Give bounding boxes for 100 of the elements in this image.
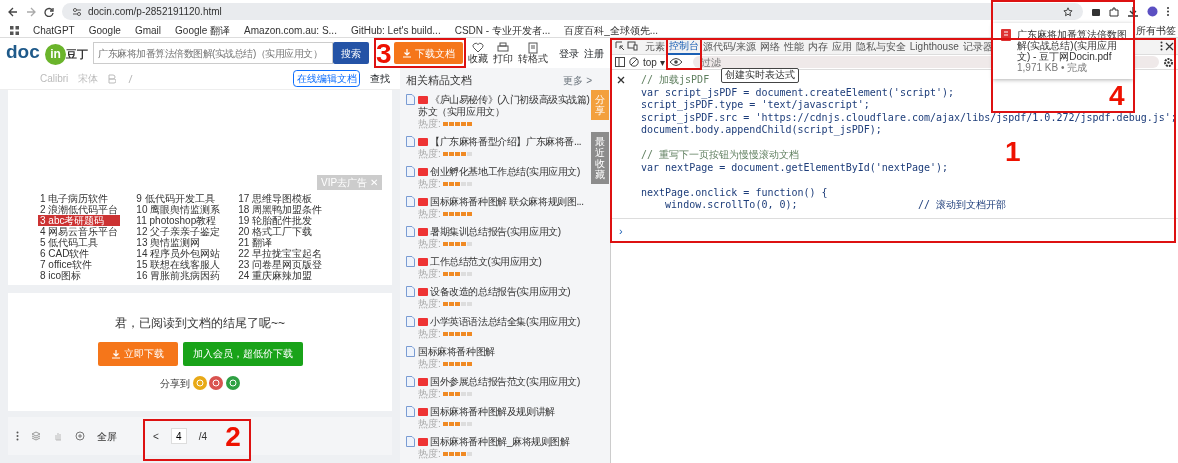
annotation-number: 3 (376, 40, 392, 68)
heat-label: 热度: (418, 268, 441, 279)
keyword-link[interactable]: 10 鹰眼舆情监测系 (134, 204, 223, 215)
keyword-link[interactable]: 22 早拉拢宝宝起名 (236, 248, 325, 259)
end-message: 君，已阅读到文档的结尾了呢~~ (115, 314, 285, 332)
code-line: nextPage.onclick = function() { (641, 186, 828, 199)
keyword-link[interactable]: 24 重庆麻辣加盟 (236, 270, 325, 281)
previous-page-button[interactable]: < (153, 428, 159, 444)
keyword-link[interactable]: 19 轮胎配件批发 (236, 215, 325, 226)
devtools-tab[interactable]: 记录器 (961, 38, 994, 55)
devtools-tab[interactable]: 元素 (644, 38, 666, 55)
bookmark[interactable]: Google (88, 22, 121, 38)
devtools-tab[interactable]: 应用 (830, 38, 853, 55)
keyword-link[interactable]: 14 程序员外包网站 (134, 248, 223, 259)
register-link[interactable]: 注册 (584, 45, 604, 61)
tooltip: 创建实时表达式 (721, 68, 799, 83)
related-doc-link[interactable]: 创业孵化基地工作总结(实用应用文) (418, 166, 580, 178)
find-button[interactable]: 查找 (370, 71, 390, 86)
code-line: // 重写下一页按钮为慢慢滚动文档 (641, 149, 800, 162)
bookmark[interactable]: CSDN - 专业开发者... (454, 22, 551, 38)
annotation-number: 1 (1005, 138, 1021, 166)
keyword-link[interactable]: 6 CAD软件 (38, 248, 121, 259)
bookmark[interactable]: ChatGPT (33, 22, 75, 38)
related-doc-link[interactable]: 小学英语语法总结全集(实用应用文) (418, 316, 580, 328)
toolbar-action[interactable]: 打印 (493, 42, 514, 64)
login-link[interactable]: 登录 (559, 45, 579, 61)
keyword-link[interactable]: 15 联想在线客服人 (134, 259, 223, 270)
search-button[interactable]: 搜索 (333, 42, 370, 64)
related-doc-link[interactable]: 国标麻将番种图解_麻将规则图解 (418, 436, 570, 448)
devtools-tab[interactable]: Lighthouse (908, 38, 960, 55)
bookmark[interactable]: GitHub: Let's build... (350, 22, 441, 38)
code-line: var script_jsPDF = document.createElement('script'); (641, 86, 955, 99)
keyword-link[interactable]: 9 低代码开发工具 (134, 193, 223, 204)
devtools-tab[interactable]: 源代码/来源 (702, 38, 757, 55)
related-doc-link[interactable]: 【广东麻将番型介绍】广东麻将番... (418, 136, 582, 148)
more-link[interactable]: 更多 > (563, 72, 592, 88)
keyword-link[interactable]: 5 低代码工具 (38, 237, 121, 248)
console-prompt[interactable]: › (611, 217, 1178, 243)
heat-label: 热度: (418, 208, 441, 219)
related-doc-link[interactable]: 工作总结范文(实用应用文) (418, 256, 542, 268)
keyword-link[interactable]: 20 格式工厂下载 (236, 226, 325, 237)
devtools-tab[interactable]: 性能 (782, 38, 805, 55)
heat-label: 热度: (418, 298, 441, 309)
heat-label: 热度: (418, 358, 441, 369)
keyword-link[interactable]: 8 ico图标 (38, 270, 121, 281)
page-number-field[interactable]: 4 (170, 428, 187, 444)
code-line: script_jsPDF.type = 'text/javascript'; (641, 99, 870, 112)
keyword-link[interactable]: 13 舆情监测网 (134, 237, 223, 248)
annotation-number: 4 (1109, 82, 1125, 110)
keyword-link[interactable]: 18 周黑鸭加盟条件 (236, 204, 325, 215)
toolbar-action[interactable]: 收藏 (468, 42, 489, 64)
heat-label: 热度: (418, 448, 441, 459)
toolbar-action[interactable]: 转格式 (518, 42, 549, 64)
edit-document-button[interactable]: 在线编辑文档 (293, 70, 360, 87)
site-logo[interactable]: doc in 豆丁 (6, 41, 89, 65)
keyword-link[interactable]: 17 思维导图模板 (236, 193, 325, 204)
related-doc-link[interactable]: 国标麻将番种图解 (418, 346, 495, 358)
share-label: 分享到 (160, 376, 191, 391)
search-field[interactable]: 广东麻将加番算法倍数图解(实战总结)（实用应用文） (93, 42, 334, 64)
keyword-link[interactable]: 11 photoshop教程 (134, 215, 223, 226)
page-total: /4 (198, 429, 208, 444)
related-doc-link[interactable]: 《庐山易秘传》(入门初级高级实战篇)苏文（实用应用文） (418, 94, 592, 118)
heat-label: 热度: (418, 328, 441, 339)
related-doc-link[interactable]: 国外参展总结报告范文(实用应用文) (418, 376, 580, 388)
bookmark[interactable]: 百度百科_全球领先... (564, 22, 659, 38)
section-title: 相关精品文档 (406, 72, 472, 88)
keyword-link[interactable]: 23 问卷星网页版登 (236, 259, 325, 270)
code-line: script_jsPDF.src = 'https://cdnjs.cloudflare.com/ajax/libs/jspdf/1.0.272/jspdf.debug.js'; (641, 111, 1177, 124)
annotation-number: 2 (225, 423, 241, 451)
related-doc-link[interactable]: 设备改造的总结报告(实用应用文) (418, 286, 571, 298)
related-doc-link[interactable]: 国标麻将番种图解及规则讲解 (418, 406, 555, 418)
bookmark[interactable]: Google 翻译 (175, 22, 231, 38)
devtools-tab[interactable]: 控制台 (668, 38, 700, 55)
related-doc-link[interactable]: 暑期集训总结报告(实用应用文) (418, 226, 561, 238)
all-bookmarks[interactable]: 所有书签 (1136, 22, 1176, 38)
keyword-link[interactable]: 3 abc考研题码 (38, 215, 121, 226)
heat-label: 热度: (418, 238, 441, 249)
keyword-link[interactable]: 21 翻译 (236, 237, 325, 248)
heat-label: 热度: (418, 388, 441, 399)
keyword-link[interactable]: 7 office软件 (38, 259, 121, 270)
keyword-link[interactable]: 2 浪潮低代码平台 (38, 204, 121, 215)
code-line: document.body.appendChild(script_jsPDF); (641, 124, 882, 137)
code-line: // 加载jsPDF (641, 74, 710, 87)
fullscreen-button[interactable]: 全屏 (97, 428, 117, 444)
keyword-link[interactable]: 4 网易云音乐平台 (38, 226, 121, 237)
keyword-link[interactable]: 16 胃胀前兆病因药 (134, 270, 223, 281)
heat-label: 热度: (418, 118, 441, 129)
devtools-tab[interactable]: 网络 (758, 38, 781, 55)
heat-label: 热度: (418, 148, 441, 159)
devtools-tab[interactable]: 内存 (806, 38, 829, 55)
devtools-tab[interactable]: 隐私与安全 (854, 38, 907, 55)
keyword-link[interactable]: 12 父子亲亲子鉴定 (134, 226, 223, 237)
heat-label: 热度: (418, 178, 441, 189)
bookmark[interactable]: Gmail (134, 22, 162, 38)
context-selector[interactable]: top ▾ (643, 54, 665, 70)
related-doc-link[interactable]: 国标麻将番种图解 联众麻将规则图... (418, 196, 584, 208)
code-line: var nextPage = document.getElementById('nextPage'); (641, 161, 949, 174)
bookmark[interactable]: Amazon.com.au: S... (244, 22, 337, 38)
address-bar[interactable]: docin.com/p-2852191120.html (62, 3, 1083, 20)
keyword-link[interactable]: 1 电子病历软件 (38, 193, 121, 204)
